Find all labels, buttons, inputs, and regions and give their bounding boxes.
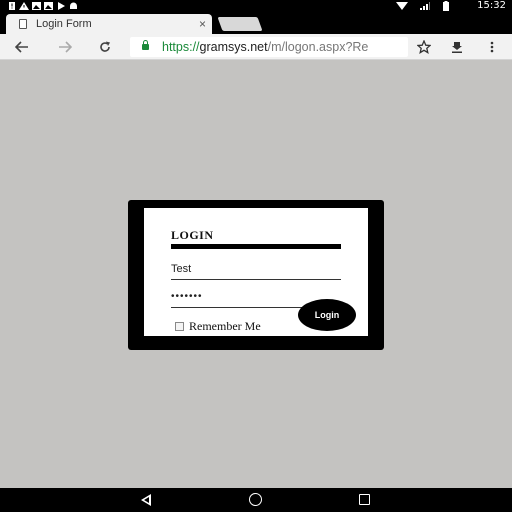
menu-button[interactable]: [480, 34, 504, 60]
android-icon: [70, 2, 77, 10]
new-tab-button[interactable]: [217, 17, 263, 31]
url-scheme: https://: [162, 40, 200, 54]
browser-toolbar: https://gramsys.net/m/logon.aspx?Re: [0, 34, 512, 60]
nav-home-icon[interactable]: [249, 493, 262, 506]
arrow-right-icon: [59, 41, 72, 53]
nav-back-icon[interactable]: [141, 494, 151, 506]
tab-login-form[interactable]: Login Form ×: [6, 14, 212, 36]
url-path: /m/logon.aspx?Re: [267, 40, 369, 54]
menu-icon: [490, 41, 494, 53]
bookmark-button[interactable]: [412, 34, 436, 60]
back-button[interactable]: [10, 34, 34, 60]
tab-title: Login Form: [36, 18, 92, 30]
remember-me-row[interactable]: Remember Me: [175, 319, 261, 334]
alert-icon: [9, 2, 15, 10]
login-title: LOGIN: [171, 228, 214, 242]
arrow-left-icon: [15, 41, 28, 53]
url-text: https://gramsys.net/m/logon.aspx?Re: [162, 39, 368, 55]
url-bar[interactable]: https://gramsys.net/m/logon.aspx?Re: [130, 37, 408, 57]
remember-me-label: Remember Me: [189, 319, 261, 333]
reload-button[interactable]: [93, 34, 117, 60]
close-tab-icon[interactable]: ×: [199, 17, 206, 31]
status-bar: 15:32: [0, 0, 512, 12]
download-button[interactable]: [445, 34, 469, 60]
photo-icon: [44, 2, 53, 10]
lock-icon: [142, 40, 149, 50]
remember-me-checkbox[interactable]: [175, 322, 184, 331]
navigation-bar: [0, 488, 512, 512]
login-form-frame: LOGIN Remember Me Login: [128, 200, 384, 350]
nav-recents-icon[interactable]: [359, 494, 370, 505]
clock: 15:32: [477, 0, 506, 11]
document-icon: [19, 19, 27, 29]
login-button[interactable]: Login: [298, 299, 356, 331]
warning-icon: [19, 2, 29, 10]
play-store-icon: [58, 2, 65, 10]
star-icon: [417, 40, 431, 54]
username-field[interactable]: [171, 258, 341, 280]
login-form: LOGIN Remember Me Login: [144, 208, 368, 336]
signal-icon: [420, 2, 430, 10]
wifi-icon: [396, 2, 408, 10]
photo-icon: [32, 2, 41, 10]
title-divider: [171, 244, 341, 249]
forward-button[interactable]: [53, 34, 77, 60]
reload-icon: [100, 41, 110, 52]
url-host: gramsys.net: [199, 40, 268, 54]
tab-strip: Login Form ×: [0, 12, 512, 36]
page-content: LOGIN Remember Me Login: [0, 61, 512, 488]
download-icon: [452, 42, 462, 53]
battery-icon: [443, 1, 449, 11]
